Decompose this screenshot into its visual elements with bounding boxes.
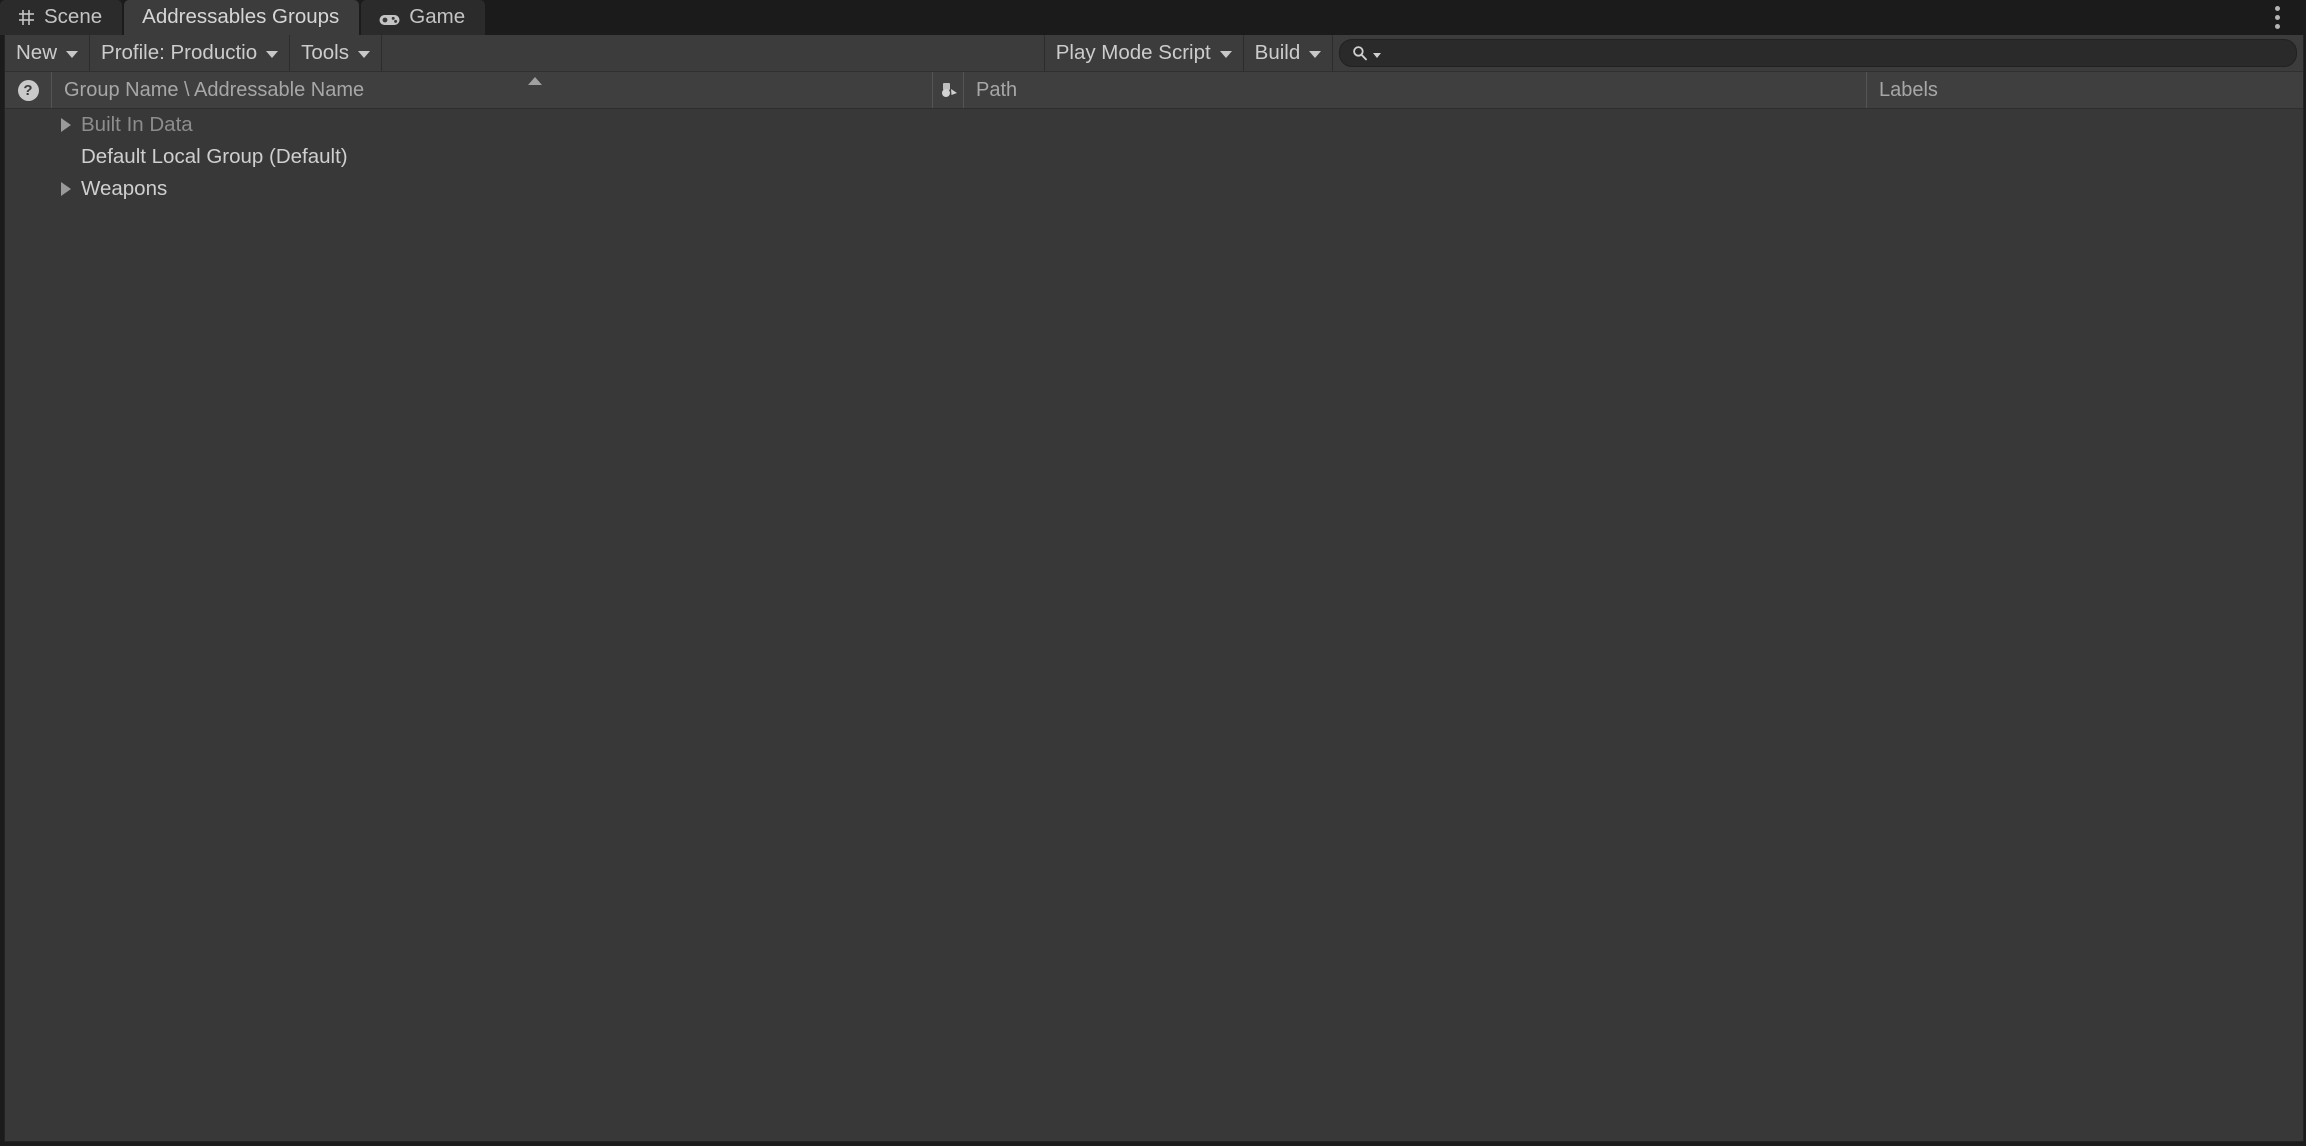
- kebab-dot-2: [2274, 15, 2280, 20]
- sort-ascending-icon: [528, 77, 542, 85]
- column-header-path[interactable]: Path: [963, 72, 1866, 108]
- tab-game[interactable]: Game: [361, 0, 486, 35]
- column-header-asset-icon[interactable]: [932, 72, 963, 108]
- asset-object-icon: [938, 80, 958, 100]
- tools-button-label: Tools: [301, 40, 349, 64]
- help-icon[interactable]: ?: [17, 79, 39, 101]
- group-name-label: Built In Data: [81, 112, 193, 136]
- play-mode-script-button[interactable]: Play Mode Script: [1044, 35, 1244, 71]
- chevron-down-icon: [1219, 50, 1232, 58]
- chevron-down-icon: [357, 50, 370, 58]
- chevron-right-icon[interactable]: [61, 118, 71, 132]
- column-header-row: ? Group Name \ Addressable Name Path Lab…: [5, 72, 2303, 109]
- column-header-path-label: Path: [976, 78, 1018, 101]
- search-filter-chevron-down-icon[interactable]: [1373, 52, 1382, 58]
- column-help[interactable]: ?: [5, 72, 51, 108]
- table-row[interactable]: Default Local Group (Default): [5, 141, 2303, 173]
- search-box[interactable]: [1339, 39, 2297, 67]
- column-header-labels-label: Labels: [1879, 78, 1938, 101]
- table-row[interactable]: Built In Data: [5, 109, 2303, 141]
- group-name-label: Weapons: [81, 176, 168, 200]
- column-header-group-name-label: Group Name \ Addressable Name: [64, 78, 365, 101]
- profile-button-label: Profile: Productio: [101, 40, 258, 64]
- groups-tree: Built In Data Default Local Group (Defau…: [5, 109, 2303, 1141]
- tab-game-label: Game: [409, 5, 466, 29]
- toolbar-spacer: [381, 35, 1045, 71]
- addressables-groups-window: Scene Addressables Groups Game New Profi…: [0, 0, 2306, 1146]
- kebab-menu-icon[interactable]: [2260, 0, 2294, 35]
- chevron-right-icon[interactable]: [61, 182, 71, 196]
- group-name-label: Default Local Group (Default): [81, 144, 348, 168]
- table-row[interactable]: Weapons: [5, 173, 2303, 205]
- chevron-down-icon: [1309, 50, 1322, 58]
- gamepad-icon: [379, 11, 400, 25]
- addressables-panel: New Profile: Productio Tools Play Mode S…: [4, 35, 2304, 1142]
- tab-addressables-groups-label: Addressables Groups: [142, 5, 340, 29]
- search-icon[interactable]: [1352, 45, 1368, 61]
- tools-button[interactable]: Tools: [290, 35, 382, 71]
- kebab-dot-3: [2274, 24, 2280, 29]
- chevron-down-icon: [66, 50, 79, 58]
- chevron-down-icon: [266, 50, 279, 58]
- column-header-labels[interactable]: Labels: [1866, 72, 2303, 108]
- tab-addressables-groups[interactable]: Addressables Groups: [124, 0, 360, 35]
- new-button[interactable]: New: [5, 35, 91, 71]
- grid-icon: [18, 9, 35, 26]
- build-button-label: Build: [1254, 40, 1301, 64]
- tab-scene-label: Scene: [44, 5, 103, 29]
- new-button-label: New: [16, 40, 58, 64]
- tab-scene[interactable]: Scene: [0, 0, 123, 35]
- column-header-group-name[interactable]: Group Name \ Addressable Name: [51, 72, 932, 108]
- search-area: [1333, 35, 2303, 71]
- tab-bar: Scene Addressables Groups Game: [0, 0, 2306, 35]
- profile-button[interactable]: Profile: Productio: [90, 35, 291, 71]
- play-mode-script-label: Play Mode Script: [1055, 40, 1211, 64]
- search-input[interactable]: [1386, 41, 2284, 65]
- kebab-dot-1: [2274, 6, 2280, 11]
- build-button[interactable]: Build: [1243, 35, 1334, 71]
- toolbar: New Profile: Productio Tools Play Mode S…: [5, 35, 2303, 72]
